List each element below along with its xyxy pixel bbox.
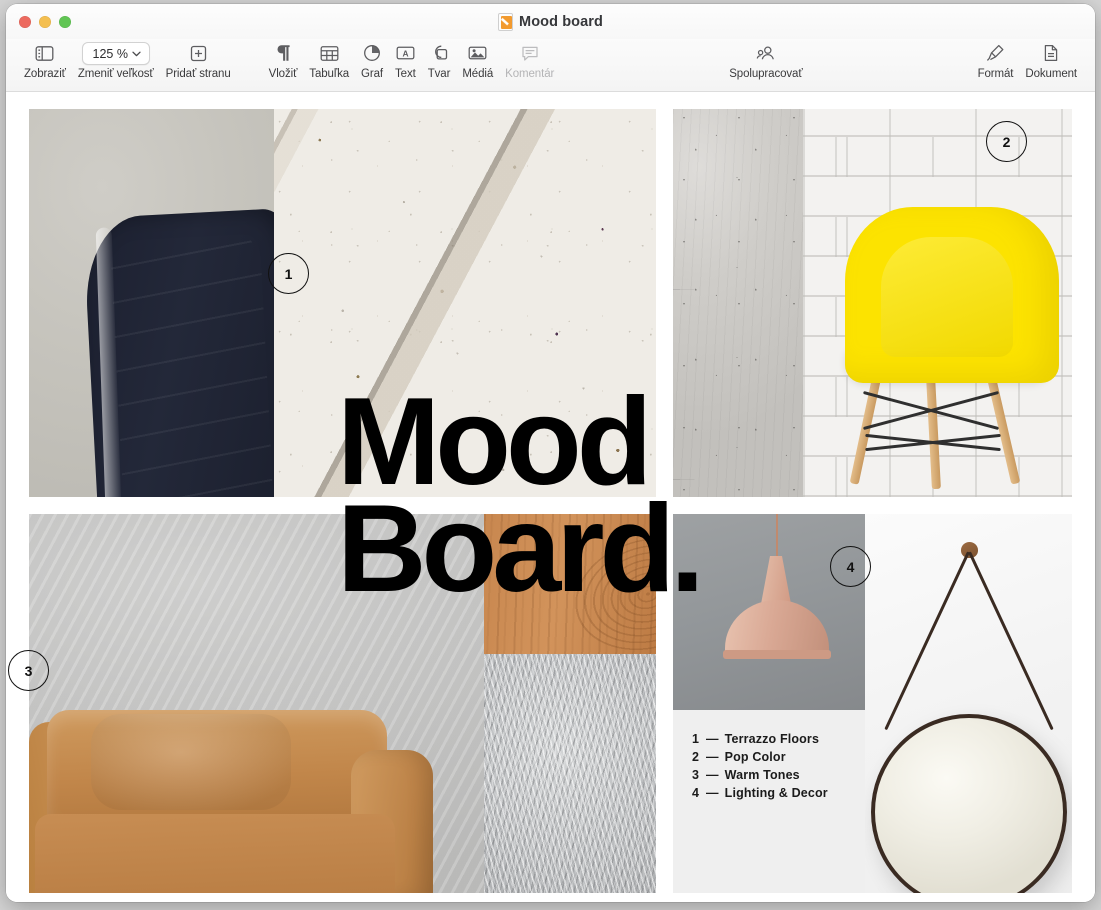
- toolbar-label-add-page: Pridať stranu: [166, 68, 231, 80]
- shape-icon: [430, 41, 448, 65]
- grey-wall-dark-chair-image[interactable]: [29, 109, 274, 497]
- lamp-rim: [723, 650, 831, 659]
- toolbar-label-comment: Komentár: [505, 68, 554, 80]
- toolbar-item-table[interactable]: Tabuľka: [303, 41, 355, 80]
- toolbar-item-view[interactable]: Zobraziť: [18, 41, 72, 80]
- main-toolbar: Zobraziť 125 % Zmeniť veľkosť Pridať str…: [6, 39, 1095, 92]
- legend-label: Warm Tones: [725, 768, 800, 782]
- board-block-top-right[interactable]: [673, 109, 1072, 497]
- mirror-strap-right: [968, 551, 1054, 730]
- collaborate-icon: [756, 41, 776, 65]
- board-block-bottom-right[interactable]: 1 — Terrazzo Floors 2 — Pop Color 3: [673, 514, 1072, 893]
- legend-number: 2: [692, 750, 700, 764]
- legend-label: Pop Color: [725, 750, 786, 764]
- zoom-popup-icon[interactable]: 125 %: [82, 42, 150, 65]
- lamp-neck: [761, 556, 791, 604]
- chart-pie-icon: [363, 41, 381, 65]
- toolbar-label-zoom: Zmeniť veľkosť: [78, 68, 154, 80]
- yellow-chair-shell: [845, 207, 1059, 383]
- board-badge-3[interactable]: 3: [8, 650, 49, 691]
- legend-dash: —: [706, 768, 719, 782]
- toolbar-label-shape: Tvar: [428, 68, 451, 80]
- close-button[interactable]: [19, 16, 31, 28]
- legend-label: Terrazzo Floors: [725, 732, 819, 746]
- window-title: Mood board: [519, 14, 603, 30]
- mood-board-grid: 1 — Terrazzo Floors 2 — Pop Color 3: [29, 109, 1072, 893]
- legend-dash: —: [706, 750, 719, 764]
- legend-dash: —: [706, 732, 719, 746]
- toolbar-item-shape[interactable]: Tvar: [422, 41, 457, 80]
- legend-number: 3: [692, 768, 700, 782]
- comment-icon: [521, 41, 539, 65]
- legend-item: 4 — Lighting & Decor: [692, 786, 828, 800]
- sofa-back-cushion: [47, 710, 387, 820]
- chevron-down-icon: [132, 51, 141, 57]
- pages-document-icon: [498, 13, 513, 31]
- zoom-value: 125 %: [93, 47, 128, 61]
- toolbar-item-insert[interactable]: Vložiť: [263, 41, 304, 80]
- zoom-button[interactable]: [59, 16, 71, 28]
- toolbar-label-insert: Vložiť: [269, 68, 298, 80]
- add-page-icon: [190, 41, 207, 65]
- svg-text:A: A: [402, 48, 408, 58]
- document-icon: [1043, 41, 1059, 65]
- document-title-group: Mood board: [6, 4, 1095, 39]
- board-badge-2[interactable]: 2: [986, 121, 1027, 162]
- toolbar-item-text[interactable]: A Text: [389, 41, 422, 80]
- media-image-icon: [468, 41, 487, 65]
- document-page[interactable]: 1 — Terrazzo Floors 2 — Pop Color 3: [29, 109, 1072, 893]
- legend-list: 1 — Terrazzo Floors 2 — Pop Color 3: [692, 732, 828, 800]
- legend-number: 1: [692, 732, 700, 746]
- toolbar-item-collaborate[interactable]: Spolupracovať: [723, 41, 808, 80]
- minimize-button[interactable]: [39, 16, 51, 28]
- dark-chair-shape: [83, 208, 274, 497]
- legend-item: 1 — Terrazzo Floors: [692, 732, 828, 746]
- legend-dash: —: [706, 786, 719, 800]
- toolbar-label-format: Formát: [978, 68, 1014, 80]
- legend-item: 2 — Pop Color: [692, 750, 828, 764]
- document-canvas[interactable]: 1 — Terrazzo Floors 2 — Pop Color 3: [6, 92, 1095, 902]
- legend-label: Lighting & Decor: [725, 786, 828, 800]
- toolbar-item-comment: Komentár: [499, 41, 560, 80]
- window-titlebar: Mood board: [6, 4, 1095, 39]
- toolbar-item-chart[interactable]: Graf: [355, 41, 389, 80]
- toolbar-item-zoom[interactable]: 125 % Zmeniť veľkosť: [72, 41, 160, 80]
- legend-item: 3 — Warm Tones: [692, 768, 828, 782]
- toolbar-label-chart: Graf: [361, 68, 383, 80]
- board-badge-1[interactable]: 1: [268, 253, 309, 294]
- pilcrow-icon: [275, 41, 290, 65]
- toolbar-item-media[interactable]: Médiá: [456, 41, 499, 80]
- lamp-cord: [776, 514, 778, 558]
- app-window: Mood board Zobraziť 125 %: [6, 4, 1095, 902]
- mirror-glass: [871, 714, 1067, 893]
- legend-number: 4: [692, 786, 700, 800]
- sidebar-icon: [35, 41, 54, 65]
- toolbar-item-add-page[interactable]: Pridať stranu: [160, 41, 237, 80]
- table-icon: [320, 41, 339, 65]
- format-brush-icon: [986, 41, 1005, 65]
- mirror-strap-left: [884, 551, 970, 730]
- toolbar-label-table: Tabuľka: [309, 68, 349, 80]
- board-badge-4[interactable]: 4: [830, 546, 871, 587]
- toolbar-label-text: Text: [395, 68, 416, 80]
- text-box-icon: A: [396, 41, 415, 65]
- page-headline[interactable]: Mood Board.: [337, 389, 700, 602]
- grey-fur-rug-image[interactable]: [484, 654, 656, 893]
- toolbar-label-media: Médiá: [462, 68, 493, 80]
- toolbar-label-collaborate: Spolupracovať: [729, 68, 802, 80]
- toolbar-item-document[interactable]: Dokument: [1019, 41, 1083, 80]
- round-strap-mirror-image[interactable]: [865, 514, 1072, 893]
- toolbar-item-format[interactable]: Formát: [972, 41, 1020, 80]
- lamp-shade: [725, 600, 829, 656]
- toolbar-label-view: Zobraziť: [24, 68, 66, 80]
- toolbar-label-document: Dokument: [1025, 68, 1077, 80]
- yellow-chair-brick-image[interactable]: [803, 109, 1072, 497]
- legend-panel: 1 — Terrazzo Floors 2 — Pop Color 3: [673, 710, 865, 893]
- traffic-light-group: [19, 16, 71, 28]
- sofa-seat-cushion: [35, 814, 395, 893]
- pink-pendant-lamp-image[interactable]: [673, 514, 865, 710]
